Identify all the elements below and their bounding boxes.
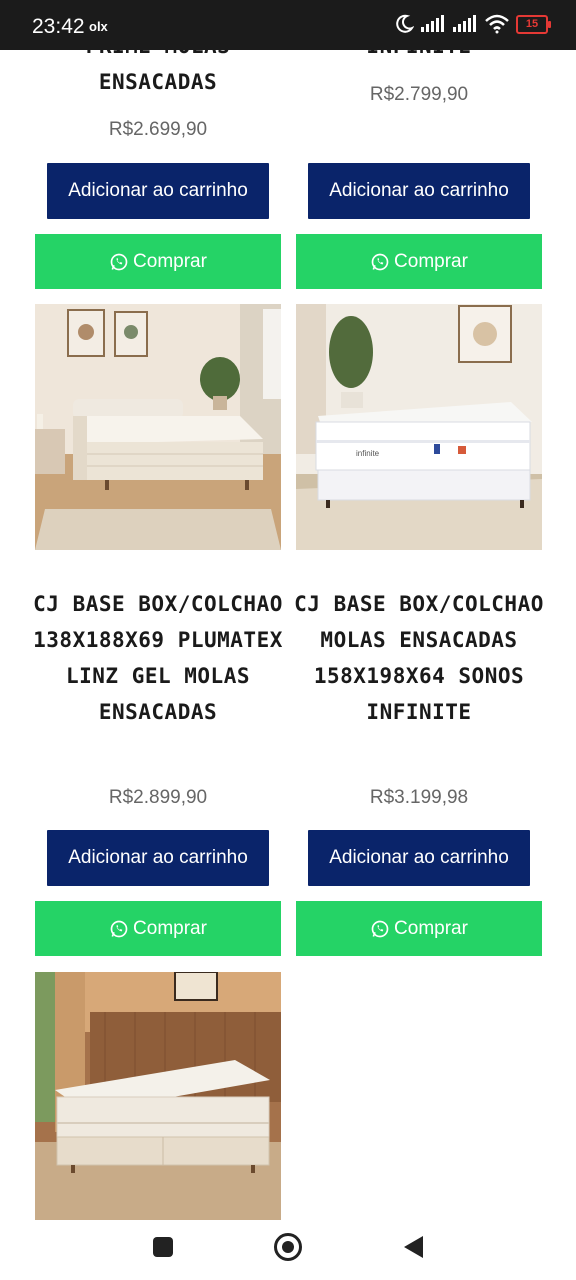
recent-apps-button[interactable]: [153, 1237, 173, 1257]
signal-icon: [453, 15, 476, 32]
whatsapp-icon: [110, 253, 128, 270]
whatsapp-icon: [371, 920, 389, 937]
buy-whatsapp-button[interactable]: Comprar: [296, 901, 542, 956]
status-icons: 15: [394, 14, 551, 34]
buy-whatsapp-button[interactable]: Comprar: [296, 234, 542, 289]
status-time: 23:42: [32, 15, 85, 38]
add-to-cart-button[interactable]: Adicionar ao carrinho: [308, 830, 530, 886]
buy-whatsapp-button[interactable]: Comprar: [35, 234, 281, 289]
status-bar: 23:42 olx 15: [0, 0, 576, 50]
battery-icon: 15: [516, 14, 551, 34]
whatsapp-icon: [110, 920, 128, 937]
buy-label: Comprar: [394, 250, 468, 272]
svg-text:infinite: infinite: [356, 449, 380, 458]
buy-label: Comprar: [133, 250, 207, 272]
back-button[interactable]: [404, 1236, 423, 1258]
moon-icon: [396, 14, 414, 33]
home-button[interactable]: [274, 1233, 302, 1261]
whatsapp-icon: [371, 253, 389, 270]
product-price: R$3.199,98: [369, 787, 469, 808]
product-title[interactable]: CJ BASE BOX/COLCHAO 138X188X69 PLUMATEX …: [25, 586, 291, 730]
product-title[interactable]: CJ BASE BOX/COLCHAO MOLAS ENSACADAS 158X…: [286, 586, 552, 730]
product-image[interactable]: infinite: [296, 304, 542, 550]
signal-icon: [421, 15, 444, 32]
product-image[interactable]: [35, 972, 281, 1220]
navigation-bar: [0, 1220, 576, 1280]
buy-label: Comprar: [394, 917, 468, 939]
product-image[interactable]: [35, 304, 281, 550]
add-to-cart-button[interactable]: Adicionar ao carrinho: [47, 830, 269, 886]
product-price: R$2.699,90: [108, 119, 208, 140]
add-to-cart-button[interactable]: Adicionar ao carrinho: [308, 163, 530, 219]
olx-notification-icon: olx: [89, 19, 108, 34]
product-price: R$2.899,90: [108, 787, 208, 808]
add-to-cart-button[interactable]: Adicionar ao carrinho: [47, 163, 269, 219]
product-price: R$2.799,90: [369, 84, 469, 105]
wifi-icon: [485, 14, 509, 34]
product-grid: PRIME MOLAS ENSACADAS R$2.699,90 Adicion…: [0, 0, 576, 1220]
buy-whatsapp-button[interactable]: Comprar: [35, 901, 281, 956]
buy-label: Comprar: [133, 917, 207, 939]
